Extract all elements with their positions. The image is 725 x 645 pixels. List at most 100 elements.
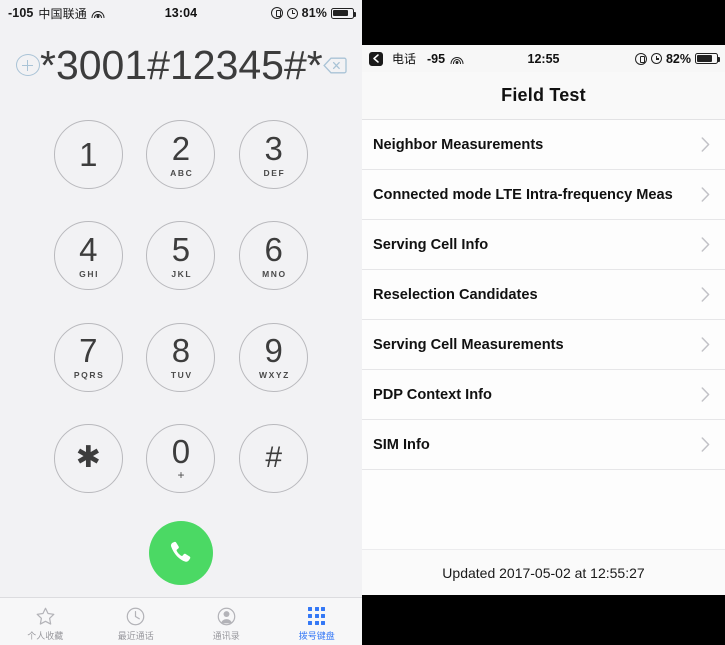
battery-icon xyxy=(695,53,720,64)
chevron-right-icon xyxy=(701,137,713,152)
person-icon xyxy=(216,605,237,627)
chevron-right-icon xyxy=(701,387,713,402)
tab-contacts[interactable]: 通讯录 xyxy=(181,598,272,645)
rotation-lock-icon xyxy=(634,52,647,65)
tab-favorites[interactable]: 个人收藏 xyxy=(0,598,91,645)
list-item[interactable]: Serving Cell Measurements xyxy=(362,320,725,370)
tab-keypad-label: 拨号键盘 xyxy=(298,631,335,641)
dialed-number-display: *3001#12345#* xyxy=(40,41,323,88)
status-bar-right-group: 81% xyxy=(270,6,356,20)
list-item-label: Connected mode LTE Intra-frequency Meas xyxy=(373,186,673,203)
keypad-key-0[interactable]: 0 + xyxy=(146,423,216,493)
keypad-key-digit: 3 xyxy=(264,129,283,167)
wifi-icon xyxy=(450,54,464,64)
status-bar-left: -105 中国联通 13:04 81% xyxy=(0,0,362,26)
keypad-key-digit: # xyxy=(265,441,282,475)
keypad-key-digit: 7 xyxy=(79,332,98,370)
field-test-body: 电话 -95 12:55 82% Field Test Neighbor Mea… xyxy=(362,45,725,595)
top-black-bar xyxy=(362,0,725,45)
add-contact-icon[interactable] xyxy=(16,54,40,76)
alarm-clock-icon xyxy=(650,53,662,64)
status-bar-left-group: -105 中国联通 xyxy=(8,5,105,22)
chevron-right-icon xyxy=(701,337,713,352)
status-bar-right-panel: 电话 -95 12:55 82% xyxy=(362,45,725,72)
keypad-key-9[interactable]: 9 WXYZ xyxy=(239,322,309,392)
status-bar-right-group: 82% xyxy=(634,51,720,66)
phone-dialer-screen: -105 中国联通 13:04 81% *3001#12345#* 1 2 AB… xyxy=(0,0,362,645)
keypad-key-digit: 5 xyxy=(171,230,191,268)
keypad-key-2[interactable]: 2 ABC xyxy=(146,120,216,190)
keypad-key-digit: 2 xyxy=(171,129,191,167)
dual-screenshot-container: -105 中国联通 13:04 81% *3001#12345#* 1 2 AB… xyxy=(0,0,725,645)
list-empty-space xyxy=(362,470,725,530)
keypad-key-digit: ✱ xyxy=(75,441,101,475)
keypad-key-digit: 8 xyxy=(171,332,191,370)
page-title: Field Test xyxy=(362,72,725,120)
tab-contacts-label: 通讯录 xyxy=(212,631,240,641)
keypad-key-digit: 6 xyxy=(264,230,283,268)
keypad-key-letters: GHI xyxy=(79,268,100,279)
keypad-key-hash[interactable]: # xyxy=(239,423,309,493)
list-item[interactable]: PDP Context Info xyxy=(362,370,725,420)
battery-percent-label: 82% xyxy=(665,51,691,66)
keypad-key-letters: ABC xyxy=(170,167,194,178)
field-test-list: Neighbor Measurements Connected mode LTE … xyxy=(362,120,725,549)
keypad-key-letters: MNO xyxy=(262,268,287,279)
keypad-key-3[interactable]: 3 DEF xyxy=(239,120,309,190)
call-button-row xyxy=(0,509,362,597)
keypad-key-letters: WXYZ xyxy=(258,370,290,381)
alarm-clock-icon xyxy=(286,7,298,19)
list-item-label: Serving Cell Info xyxy=(373,236,489,253)
back-arrow-icon[interactable] xyxy=(369,51,383,66)
chevron-right-icon xyxy=(701,237,713,252)
keypad-key-letters: PQRS xyxy=(73,370,105,381)
keypad-key-6[interactable]: 6 MNO xyxy=(239,221,309,291)
battery-percent-label: 81% xyxy=(301,6,327,20)
list-item-label: Neighbor Measurements xyxy=(373,136,544,153)
dialed-number-row: *3001#12345#* xyxy=(0,26,362,104)
keypad-key-1[interactable]: 1 xyxy=(53,120,123,190)
signal-rssi-value: -95 xyxy=(427,51,446,66)
clock-icon xyxy=(125,605,146,627)
backspace-icon[interactable] xyxy=(322,57,347,74)
keypad-key-digit: 0 xyxy=(171,433,191,471)
status-bar-back-group[interactable]: 电话 -95 xyxy=(369,50,464,67)
dial-keypad: 1 2 ABC 3 DEF 4 GHI 5 JKL 6 MNO 7 PQRS 8 TUV 9 WXYZ ✱ 0 + # xyxy=(0,104,362,509)
phone-call-icon xyxy=(170,541,191,562)
carrier-name: 中国联通 xyxy=(38,6,87,21)
list-item[interactable]: Neighbor Measurements xyxy=(362,120,725,170)
tab-recents-label: 最近通话 xyxy=(117,631,154,641)
star-icon xyxy=(35,605,56,627)
keypad-key-letters: DEF xyxy=(263,167,286,178)
signal-rssi-value: -105 xyxy=(8,6,34,20)
keypad-key-star[interactable]: ✱ xyxy=(53,423,123,493)
keypad-key-digit: 9 xyxy=(264,332,283,370)
tab-favorites-label: 个人收藏 xyxy=(27,631,64,641)
keypad-key-4[interactable]: 4 GHI xyxy=(53,221,123,291)
rotation-lock-icon xyxy=(270,7,283,19)
list-item[interactable]: Connected mode LTE Intra-frequency Meas xyxy=(362,170,725,220)
list-item-label: Reselection Candidates xyxy=(373,286,538,303)
call-button[interactable] xyxy=(149,521,213,585)
keypad-key-5[interactable]: 5 JKL xyxy=(146,221,216,291)
keypad-key-7[interactable]: 7 PQRS xyxy=(53,322,123,392)
wifi-icon xyxy=(91,8,105,18)
battery-icon xyxy=(331,7,356,19)
keypad-key-8[interactable]: 8 TUV xyxy=(146,322,216,392)
chevron-right-icon xyxy=(701,187,713,202)
back-label: 电话 xyxy=(392,52,417,66)
chevron-right-icon xyxy=(701,287,713,302)
chevron-right-icon xyxy=(701,437,713,452)
list-item[interactable]: Reselection Candidates xyxy=(362,270,725,320)
tab-keypad[interactable]: 拨号键盘 xyxy=(272,598,363,645)
keypad-key-letters: TUV xyxy=(170,370,193,381)
updated-timestamp: Updated 2017-05-02 at 12:55:27 xyxy=(362,549,725,595)
list-item-label: PDP Context Info xyxy=(373,386,492,403)
phone-tab-bar: 个人收藏 最近通话 通讯录 拨号键盘 xyxy=(0,597,362,645)
list-item[interactable]: SIM Info xyxy=(362,420,725,470)
keypad-key-plus: + xyxy=(177,468,185,483)
keypad-key-letters: JKL xyxy=(171,268,193,279)
tab-recents[interactable]: 最近通话 xyxy=(91,598,182,645)
list-item[interactable]: Serving Cell Info xyxy=(362,220,725,270)
bottom-black-bar xyxy=(362,595,725,645)
